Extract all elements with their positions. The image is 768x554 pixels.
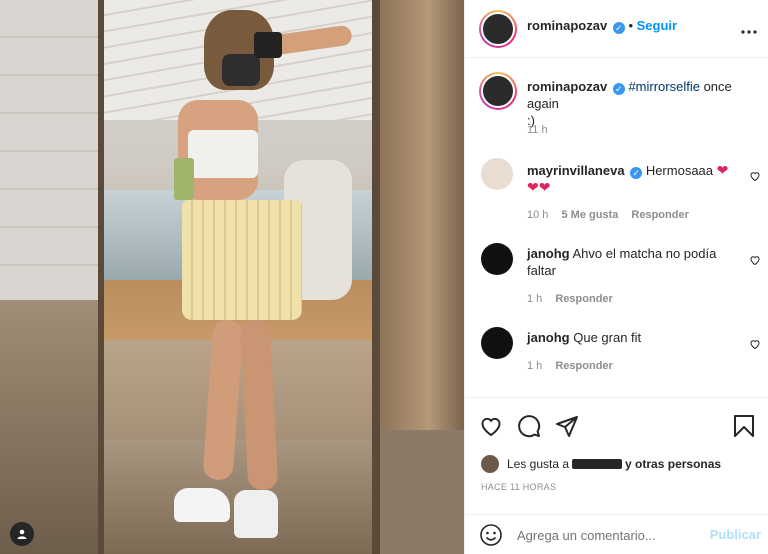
caption-hashtag[interactable]: #mirrorselfie (628, 79, 700, 94)
reply-button[interactable]: Responder (555, 360, 612, 372)
comment-username[interactable]: janohg (527, 330, 570, 345)
commenter-avatar[interactable] (481, 158, 513, 190)
comment-text: mayrinvillaneva ✓ Hermosaaa ❤ ❤❤ (527, 162, 737, 196)
verified-icon: ✓ (612, 22, 625, 34)
follow-button[interactable]: Seguir (637, 18, 677, 33)
comment-username[interactable]: janohg (527, 246, 570, 261)
white-crop-top (188, 130, 258, 178)
sneaker-right (234, 490, 278, 538)
comment-body: Ahvo el matcha no podía (572, 246, 717, 261)
likes-suffix[interactable]: y otras personas (625, 457, 721, 471)
camera (254, 32, 282, 58)
author-avatar[interactable] (481, 12, 515, 46)
redacted-username (572, 459, 623, 469)
commenter-avatar[interactable] (481, 243, 513, 275)
heart-icon[interactable] (749, 170, 761, 182)
caption-avatar[interactable] (481, 74, 515, 108)
author-username[interactable]: rominapozav (527, 18, 607, 33)
sneaker-left (174, 488, 230, 522)
comment-username[interactable]: mayrinvillaneva (527, 163, 625, 178)
header-user-line: rominapozav ✓ • Seguir (527, 18, 677, 34)
caption-time[interactable]: 11 h (527, 124, 548, 136)
plaid-skirt (182, 200, 302, 320)
commenter-avatar[interactable] (481, 327, 513, 359)
bookmark-icon[interactable] (733, 414, 755, 441)
publish-button[interactable]: Publicar (710, 527, 761, 542)
face-mask (222, 54, 260, 86)
heart-emojis: ❤❤ (527, 179, 551, 195)
comment-body-2: faltar (527, 263, 556, 278)
reply-button[interactable]: Responder (555, 293, 612, 305)
floor-right (376, 430, 464, 554)
liker-avatar[interactable] (481, 455, 499, 473)
floor-left (0, 300, 104, 554)
heart-icon[interactable] (749, 254, 761, 266)
post-header: rominapozav ✓ • Seguir (465, 0, 768, 58)
comment-icon[interactable] (517, 414, 541, 441)
comment-input[interactable] (517, 525, 697, 545)
comment-body: Hermosaaa (645, 163, 714, 178)
caption-avatar-ring[interactable] (479, 72, 517, 110)
comments-list[interactable]: rominapozav ✓ #mirrorselfie once again :… (465, 58, 768, 398)
comment-meta: 10 h 5 Me gusta Responder (527, 209, 689, 221)
comment-meta: 1 h Responder (527, 360, 613, 372)
comment-form: Publicar (465, 514, 768, 554)
post-sidebar: rominapozav ✓ • Seguir rominapozav ✓ #mi… (464, 0, 768, 554)
comment-body: Que gran fit (573, 330, 642, 345)
action-bar (465, 398, 768, 454)
likes-summary[interactable]: Les gusta a y otras personas (481, 454, 761, 474)
verified-icon: ✓ (612, 83, 625, 95)
heart-icon[interactable] (749, 338, 761, 350)
author-avatar-ring[interactable] (479, 10, 517, 48)
verified-icon: ✓ (630, 167, 643, 179)
comment-text: janohg Que gran fit (527, 329, 737, 346)
share-icon[interactable] (555, 414, 579, 441)
heart-icon[interactable] (479, 414, 503, 441)
comment-text: janohg Ahvo el matcha no podía faltar (527, 245, 737, 279)
likes-prefix: Les gusta a (507, 457, 570, 471)
emoji-icon[interactable] (479, 523, 503, 550)
comment-time[interactable]: 1 h (527, 360, 542, 372)
tag-user-icon[interactable] (10, 522, 34, 546)
heart-emoji: ❤ (716, 162, 729, 178)
post-photo[interactable] (0, 0, 464, 554)
dot-separator: • (628, 18, 637, 33)
mirror-reflection (104, 0, 372, 554)
comment-likes[interactable]: 5 Me gusta (561, 209, 618, 221)
caption-username[interactable]: rominapozav (527, 79, 607, 94)
matcha-cup (174, 158, 194, 200)
reply-button[interactable]: Responder (631, 209, 688, 221)
caption-text: rominapozav ✓ #mirrorselfie once again :… (527, 78, 757, 129)
comment-meta: 1 h Responder (527, 293, 613, 305)
comment-time[interactable]: 10 h (527, 209, 548, 221)
post-time[interactable]: HACE 11 HORAS (481, 482, 556, 492)
more-icon[interactable] (741, 22, 757, 37)
comment-time[interactable]: 1 h (527, 293, 542, 305)
